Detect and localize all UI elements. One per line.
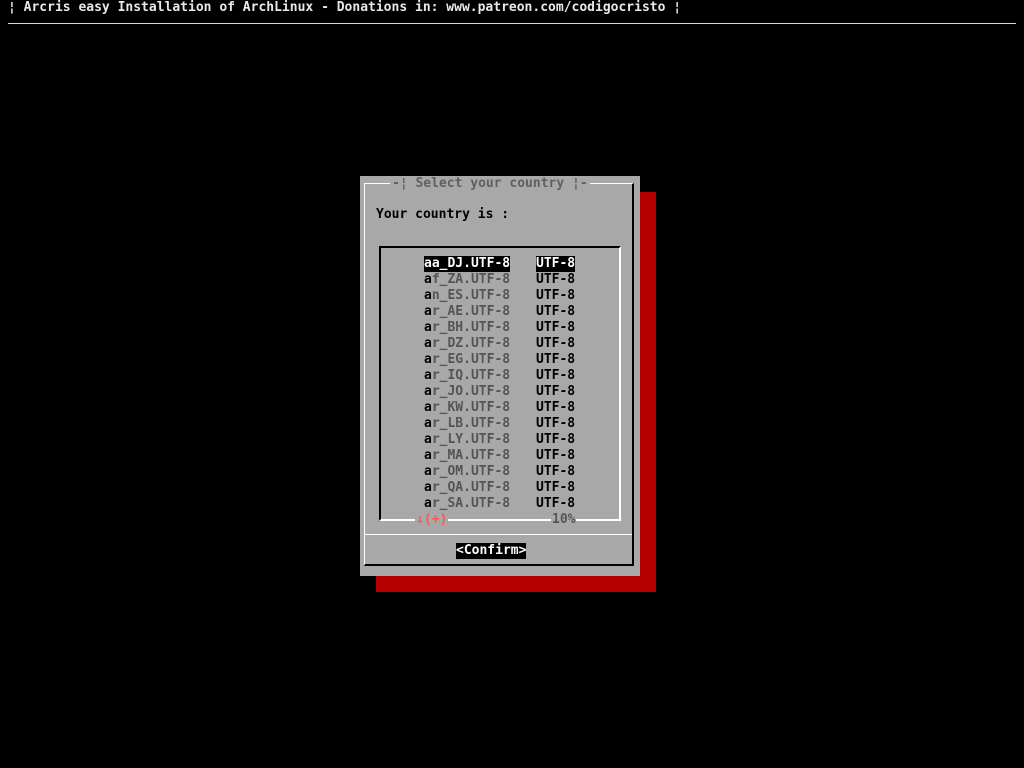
locale-tag-rest: r_SA.UTF-8 bbox=[431, 496, 511, 511]
locale-tag-hotkey: a bbox=[424, 448, 432, 463]
locale-tag-rest: r_DZ.UTF-8 bbox=[431, 336, 511, 351]
locale-encoding: UTF-8 bbox=[536, 480, 576, 495]
locale-encoding: UTF-8 bbox=[536, 336, 576, 351]
locale-tag: af_ZA.UTF-8 bbox=[424, 272, 510, 288]
locale-tag: aa_DJ.UTF-8 bbox=[424, 256, 511, 272]
locale-encoding: UTF-8 bbox=[536, 496, 576, 511]
backtitle: ¦ Arcris easy Installation of ArchLinux … bbox=[8, 0, 682, 15]
button-separator bbox=[365, 534, 632, 536]
locale-tag: ar_IQ.UTF-8 bbox=[424, 368, 510, 384]
locale-tag: ar_MA.UTF-8 bbox=[424, 448, 510, 464]
locale-tag: ar_OM.UTF-8 bbox=[424, 464, 510, 480]
country-select-dialog: -¦ Select your country ¦- Your country i… bbox=[360, 176, 640, 576]
locale-encoding: UTF-8 bbox=[536, 272, 576, 287]
locale-tag-rest: n_ES.UTF-8 bbox=[431, 288, 511, 303]
locale-tag-rest: r_QA.UTF-8 bbox=[431, 480, 511, 495]
locale-encoding: UTF-8 bbox=[536, 448, 576, 463]
locale-tag: ar_EG.UTF-8 bbox=[424, 352, 510, 368]
locale-encoding: UTF-8 bbox=[536, 304, 576, 319]
locale-tag-hotkey: a bbox=[424, 288, 432, 303]
locale-tag-rest: r_OM.UTF-8 bbox=[431, 464, 511, 479]
locale-encoding: UTF-8 bbox=[536, 384, 576, 399]
locale-encoding: UTF-8 bbox=[536, 432, 576, 447]
locale-tag-hotkey: a bbox=[424, 384, 432, 399]
locale-tag-hotkey: a bbox=[424, 464, 432, 479]
locale-tag-rest: r_LB.UTF-8 bbox=[431, 416, 511, 431]
locale-tag-rest: f_ZA.UTF-8 bbox=[431, 272, 511, 287]
scroll-percent: 10% bbox=[551, 512, 577, 528]
locale-tag-hotkey: a bbox=[424, 256, 432, 271]
scroll-down-indicator: ↓(+) bbox=[415, 512, 449, 528]
locale-tag-rest: r_KW.UTF-8 bbox=[431, 400, 511, 415]
locale-tag: ar_LY.UTF-8 bbox=[424, 432, 510, 448]
locale-tag-rest: r_JO.UTF-8 bbox=[431, 384, 511, 399]
locale-tag-rest: a_DJ.UTF-8 bbox=[431, 256, 511, 271]
locale-tag-hotkey: a bbox=[424, 400, 432, 415]
locale-encoding: UTF-8 bbox=[536, 288, 576, 303]
locale-encoding: UTF-8 bbox=[536, 400, 576, 415]
locale-tag-hotkey: a bbox=[424, 496, 432, 511]
locale-tag-hotkey: a bbox=[424, 304, 432, 319]
locale-tag: ar_LB.UTF-8 bbox=[424, 416, 510, 432]
locale-tag: ar_BH.UTF-8 bbox=[424, 320, 510, 336]
locale-encoding: UTF-8 bbox=[536, 352, 576, 367]
locale-tag-rest: r_LY.UTF-8 bbox=[431, 432, 511, 447]
locale-encoding: UTF-8 bbox=[536, 464, 576, 479]
locale-tag-rest: r_BH.UTF-8 bbox=[431, 320, 511, 335]
locale-tag-hotkey: a bbox=[424, 416, 432, 431]
confirm-button[interactable]: <Confirm> bbox=[456, 543, 527, 559]
locale-tag-rest: r_EG.UTF-8 bbox=[431, 352, 511, 367]
backtitle-divider bbox=[8, 23, 1016, 24]
locale-tag: ar_QA.UTF-8 bbox=[424, 480, 510, 496]
locale-encoding: UTF-8 bbox=[536, 256, 576, 272]
locale-tag: an_ES.UTF-8 bbox=[424, 288, 510, 304]
locale-tag-rest: r_IQ.UTF-8 bbox=[431, 368, 511, 383]
locale-tag: ar_AE.UTF-8 bbox=[424, 304, 510, 320]
locale-tag-rest: r_AE.UTF-8 bbox=[431, 304, 511, 319]
locale-encoding: UTF-8 bbox=[536, 368, 576, 383]
locale-tag-hotkey: a bbox=[424, 272, 432, 287]
locale-encoding: UTF-8 bbox=[536, 416, 576, 431]
locale-tag-hotkey: a bbox=[424, 368, 432, 383]
dialog-prompt: Your country is : bbox=[376, 207, 510, 222]
locale-tag-hotkey: a bbox=[424, 320, 432, 335]
locale-tag-hotkey: a bbox=[424, 352, 432, 367]
locale-tag: ar_SA.UTF-8 bbox=[424, 496, 510, 512]
locale-tag: ar_JO.UTF-8 bbox=[424, 384, 510, 400]
locale-encoding: UTF-8 bbox=[536, 320, 576, 335]
locale-list[interactable]: aa_DJ.UTF-8 UTF-8 af_ZA.UTF-8 UTF-8 an_ES.UT… bbox=[379, 246, 621, 521]
dialog-title: -¦ Select your country ¦- bbox=[390, 176, 590, 192]
locale-tag-hotkey: a bbox=[424, 480, 432, 495]
locale-tag: ar_DZ.UTF-8 bbox=[424, 336, 510, 352]
locale-tag-hotkey: a bbox=[424, 432, 432, 447]
locale-tag: ar_KW.UTF-8 bbox=[424, 400, 510, 416]
locale-tag-hotkey: a bbox=[424, 336, 432, 351]
locale-tag-rest: r_MA.UTF-8 bbox=[431, 448, 511, 463]
